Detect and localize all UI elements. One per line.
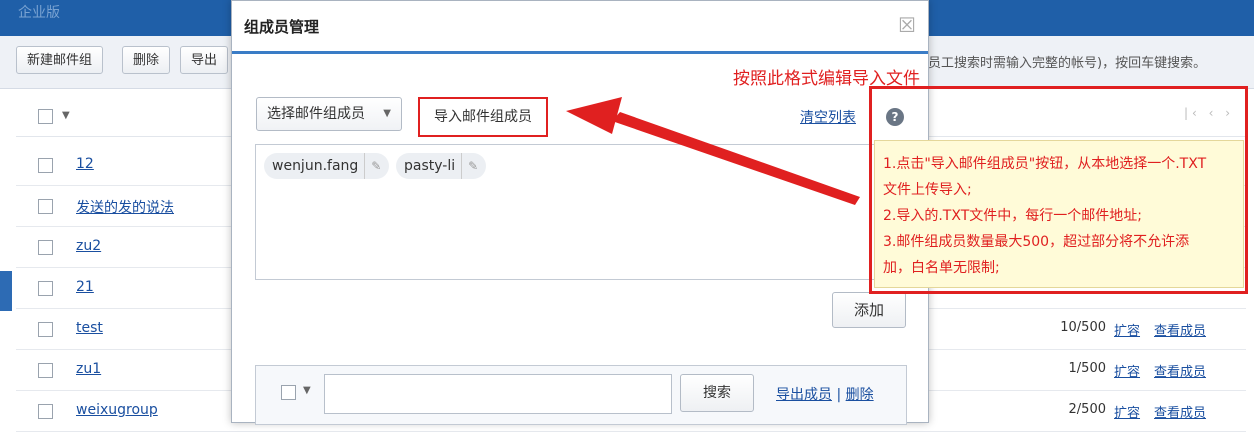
annotation-highlight-frame [869, 86, 1248, 294]
